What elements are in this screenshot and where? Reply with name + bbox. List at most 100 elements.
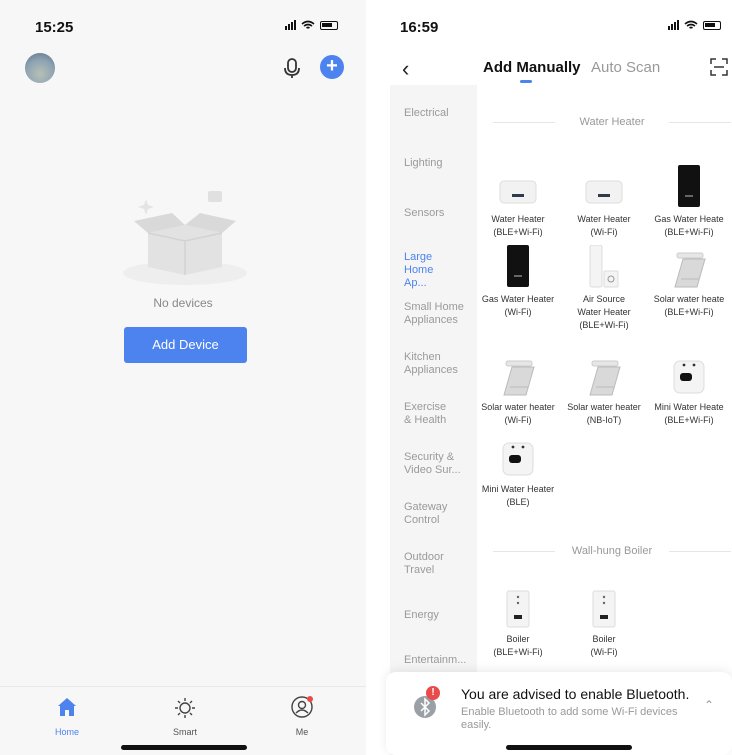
battery-icon <box>320 20 338 30</box>
device-air-source-water-heater[interactable]: Air Source Water Heater (BLE+Wi-Fi) <box>563 244 645 332</box>
solar-heater-icon <box>503 360 535 396</box>
device-name: Solar water heate <box>653 294 725 304</box>
category-kitchen-appliances[interactable]: Kitchen Appliances <box>404 351 466 377</box>
boiler-icon <box>592 590 616 628</box>
gas-water-heater-icon <box>507 245 529 287</box>
toast-subtitle: Enable Bluetooth to add some Wi-Fi devic… <box>461 706 678 731</box>
scan-icon[interactable] <box>709 57 729 77</box>
wifi-icon <box>301 20 315 29</box>
back-icon[interactable]: ‹ <box>402 56 409 82</box>
device-mini-water-heater-ble-wifi[interactable]: Mini Water Heate (BLE+Wi-Fi) <box>648 353 730 427</box>
device-protocol: (Wi-Fi) <box>504 307 532 317</box>
category-small-home-appliances[interactable]: Small Home Appliances <box>404 301 468 327</box>
section-wall-hung-boiler: Wall-hung Boiler <box>493 545 731 557</box>
tab-label: Me <box>295 727 309 737</box>
device-name: Mini Water Heater <box>481 484 555 494</box>
device-gas-water-heater-wifi[interactable]: Gas Water Heater (Wi-Fi) <box>477 245 559 319</box>
home-screen: 15:25 + No devices Add Device Home Smart… <box>0 0 366 755</box>
device-boiler-ble-wifi[interactable]: Boiler (BLE+Wi-Fi) <box>477 585 559 659</box>
bluetooth-prompt[interactable]: ! You are advised to enable Bluetooth. E… <box>386 672 732 755</box>
device-name: Solar water heater <box>481 402 555 412</box>
device-name: Mini Water Heate <box>654 402 724 412</box>
empty-state-text: No devices <box>153 296 213 310</box>
tab-label: Home <box>54 727 79 737</box>
category-lighting[interactable]: Lighting <box>404 157 474 170</box>
device-name: Water Heater <box>577 214 631 224</box>
avatar[interactable] <box>25 53 55 83</box>
add-device-screen: 16:59 ‹ Add Manually Auto Scan Electrica… <box>366 0 732 755</box>
alert-badge: ! <box>426 686 440 700</box>
add-device-button[interactable]: Add Device <box>124 327 247 363</box>
device-solar-water-heater-nbiot[interactable]: Solar water heater (NB-IoT) <box>563 353 645 427</box>
device-type: Water Heater <box>577 307 631 317</box>
device-protocol: (BLE+Wi-Fi) <box>664 307 714 317</box>
device-name: Gas Water Heater <box>481 294 555 304</box>
home-indicator <box>121 745 247 750</box>
device-protocol: (BLE+Wi-Fi) <box>493 647 543 657</box>
device-name: Gas Water Heate <box>654 214 724 224</box>
device-name: Solar water heater <box>567 402 641 412</box>
device-protocol: (BLE) <box>506 497 530 507</box>
category-large-home-appliances[interactable]: Large Home Ap... <box>404 251 448 290</box>
device-boiler-wifi[interactable]: Boiler (Wi-Fi) <box>563 585 645 659</box>
device-mini-water-heater-ble[interactable]: Mini Water Heater (BLE) <box>477 435 559 509</box>
home-indicator <box>506 745 632 750</box>
boiler-icon <box>506 590 530 628</box>
category-outdoor-travel[interactable]: Outdoor Travel <box>404 551 454 577</box>
device-water-heater-ble-wifi[interactable]: Water Heater (BLE+Wi-Fi) <box>477 165 559 239</box>
category-gateway-control[interactable]: Gateway Control <box>404 501 454 527</box>
category-entertainment[interactable]: Entertainm... <box>404 654 474 667</box>
signal-icon <box>285 20 296 30</box>
status-icons <box>668 20 721 30</box>
device-list: Water Heater Water Heater (BLE+Wi-Fi) Wa… <box>477 85 732 755</box>
device-solar-water-heater-wifi[interactable]: Solar water heater (Wi-Fi) <box>477 353 559 427</box>
tab-home[interactable]: Home <box>37 695 97 737</box>
solar-heater-icon <box>589 360 621 396</box>
status-icons <box>285 20 338 30</box>
device-gas-water-heater-ble-wifi[interactable]: Gas Water Heate (BLE+Wi-Fi) <box>648 165 730 239</box>
tab-indicator <box>520 80 532 83</box>
add-device-plus-button[interactable]: + <box>320 55 344 79</box>
device-protocol: (BLE+Wi-Fi) <box>664 415 714 425</box>
gas-water-heater-icon <box>678 165 700 207</box>
tab-auto-scan[interactable]: Auto Scan <box>591 59 660 76</box>
device-protocol: (NB-IoT) <box>586 415 622 425</box>
empty-box-icon <box>123 191 247 285</box>
device-protocol: (Wi-Fi) <box>504 415 532 425</box>
category-security-video[interactable]: Security & Video Sur... <box>404 451 462 477</box>
category-energy[interactable]: Energy <box>404 609 474 622</box>
mini-water-heater-icon <box>673 360 705 394</box>
device-protocol: (BLE+Wi-Fi) <box>664 227 714 237</box>
chevron-up-icon[interactable]: ⌃ <box>704 698 714 712</box>
profile-icon <box>291 696 313 718</box>
device-name: Water Heater <box>491 214 545 224</box>
status-time: 16:59 <box>400 19 439 36</box>
device-solar-water-heater-ble-wifi[interactable]: Solar water heate (BLE+Wi-Fi) <box>648 245 730 319</box>
device-protocol: (BLE+Wi-Fi) <box>579 320 629 330</box>
category-electrical[interactable]: Electrical <box>404 107 474 120</box>
device-name: Boiler <box>506 634 530 644</box>
solar-heater-icon <box>674 252 706 288</box>
water-heater-icon <box>499 180 537 204</box>
microphone-icon[interactable] <box>280 56 304 80</box>
category-exercise-health[interactable]: Exercise & Health <box>404 401 454 427</box>
category-sensors[interactable]: Sensors <box>404 207 474 220</box>
signal-icon <box>668 20 679 30</box>
section-water-heater: Water Heater <box>493 116 731 128</box>
wifi-icon <box>684 20 698 29</box>
device-protocol: (Wi-Fi) <box>590 227 618 237</box>
sun-icon <box>175 698 195 718</box>
category-sidebar: Electrical Lighting Sensors Large Home A… <box>390 85 477 755</box>
tab-add-manually[interactable]: Add Manually <box>483 59 581 76</box>
water-heater-icon <box>585 180 623 204</box>
device-protocol: (Wi-Fi) <box>590 647 618 657</box>
tab-smart[interactable]: Smart <box>155 695 215 737</box>
device-water-heater-wifi[interactable]: Water Heater (Wi-Fi) <box>563 165 645 239</box>
tab-me[interactable]: Me <box>272 695 332 737</box>
mini-water-heater-icon <box>502 442 534 476</box>
air-source-heater-icon <box>589 244 619 288</box>
home-icon <box>58 698 76 716</box>
device-name: Boiler <box>592 634 616 644</box>
device-protocol: (BLE+Wi-Fi) <box>493 227 543 237</box>
battery-icon <box>703 20 721 30</box>
